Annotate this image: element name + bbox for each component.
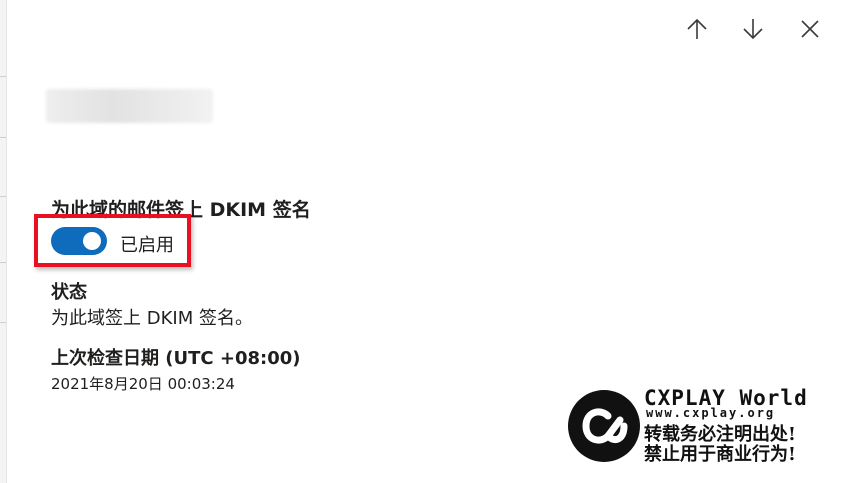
status-title: 状态 bbox=[51, 282, 87, 303]
watermark-logo-icon bbox=[568, 390, 640, 462]
previous-item-button[interactable] bbox=[682, 14, 712, 44]
dkim-toggle[interactable] bbox=[51, 227, 107, 255]
arrow-up-icon bbox=[687, 18, 707, 39]
close-icon bbox=[801, 20, 819, 38]
dkim-toggle-state: 已启用 bbox=[120, 235, 174, 256]
domain-name-redacted bbox=[46, 89, 213, 123]
watermark-notice-2: 禁止用于商业行为! bbox=[644, 444, 796, 465]
watermark-url: www.cxplay.org bbox=[646, 406, 776, 420]
toggle-knob bbox=[83, 232, 101, 250]
close-button[interactable] bbox=[795, 14, 825, 44]
last-checked-title: 上次检查日期 (UTC +08:00) bbox=[51, 348, 301, 369]
last-checked-value: 2021年8月20日 00:03:24 bbox=[51, 375, 235, 393]
left-panel-edge bbox=[0, 0, 7, 483]
arrow-down-icon bbox=[743, 19, 763, 40]
watermark: CXPLAY World www.cxplay.org 转载务必注明出处! 禁止… bbox=[568, 386, 838, 476]
next-item-button[interactable] bbox=[738, 14, 768, 44]
status-value: 为此域签上 DKIM 签名。 bbox=[51, 308, 253, 329]
